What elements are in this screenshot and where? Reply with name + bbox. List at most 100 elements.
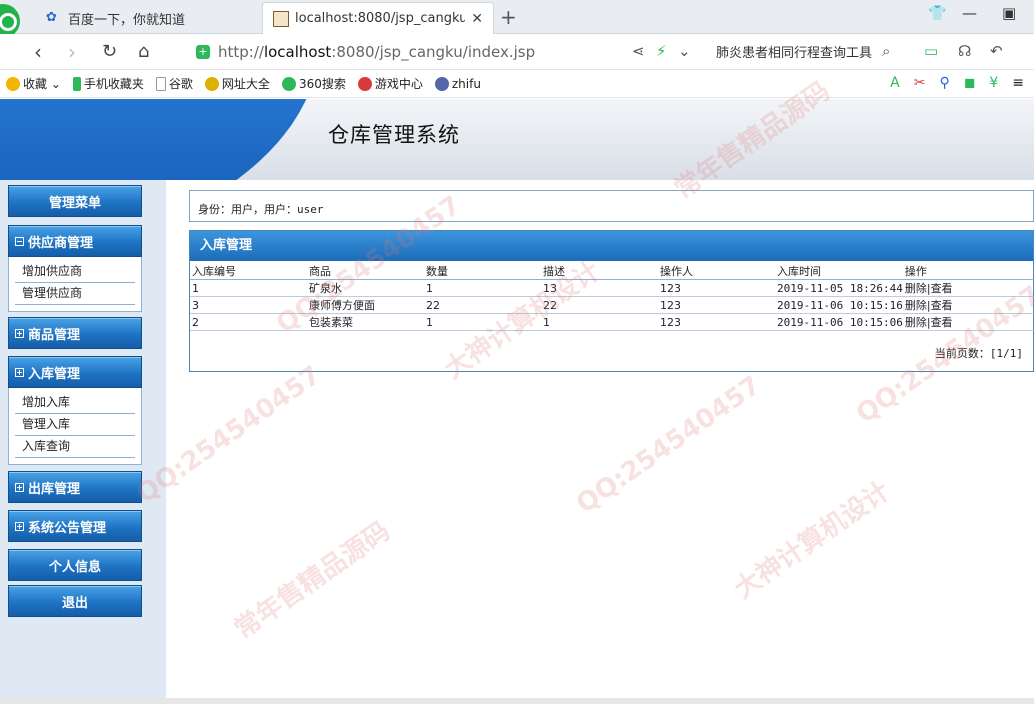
view-link[interactable]: 查看 bbox=[931, 282, 953, 295]
col-header: 操作人 bbox=[658, 263, 775, 280]
pager: 当前页数：[1/1] bbox=[935, 345, 1023, 361]
bookmark-google[interactable]: 谷歌 bbox=[155, 75, 193, 92]
menu-icon[interactable]: ≡ bbox=[1012, 75, 1024, 91]
cell-id: 2 bbox=[190, 313, 307, 331]
headphones-icon[interactable]: ☊ bbox=[958, 42, 971, 60]
expand-icon bbox=[15, 328, 24, 338]
col-header: 描述 bbox=[541, 263, 658, 280]
tab-close-icon[interactable]: ✕ bbox=[471, 11, 483, 27]
table-header-row: 入库编号 商品 数量 描述 操作人 入库时间 操作 bbox=[190, 263, 1034, 280]
phone-icon bbox=[72, 76, 81, 91]
tab-localhost[interactable]: localhost:8080/jsp_cangku/ind ✕ bbox=[262, 2, 494, 34]
collapse-icon bbox=[15, 236, 24, 246]
translate-icon[interactable]: A bbox=[890, 75, 900, 91]
skin-icon[interactable]: 👕 bbox=[928, 4, 947, 22]
search-icon[interactable]: ⌕ bbox=[882, 42, 890, 60]
menu-notice[interactable]: 系统公告管理 bbox=[8, 510, 142, 542]
cell-id: 1 bbox=[190, 279, 307, 297]
magnifier-icon[interactable]: ⚲ bbox=[939, 75, 949, 91]
table-row: 3 康师傅方便面 22 22 123 2019-11-06 10:15:16 删… bbox=[190, 296, 1034, 314]
address-bar: ‹ › ↻ ⌂ + http://localhost:8080/jsp_cang… bbox=[0, 34, 1034, 70]
menu-item-manage-stockin[interactable]: 管理入库 bbox=[15, 414, 135, 436]
menu-item-add-stockin[interactable]: 增加入库 bbox=[15, 392, 135, 414]
browser-tab-bar: ✿ 百度一下，你就知道 localhost:8080/jsp_cangku/in… bbox=[0, 0, 1034, 38]
col-header: 商品 bbox=[307, 263, 424, 280]
bookmark-games[interactable]: 游戏中心 bbox=[357, 75, 423, 92]
app-title: 仓库管理系统 bbox=[328, 123, 460, 147]
menu-item-add-supplier[interactable]: 增加供应商 bbox=[15, 261, 135, 283]
watermark-text: 常年售精品源码 bbox=[229, 516, 396, 646]
col-header: 数量 bbox=[424, 263, 541, 280]
coin-icon[interactable]: ¥ bbox=[989, 75, 998, 91]
minimize-icon[interactable]: — bbox=[962, 4, 977, 22]
menu-supplier[interactable]: 供应商管理 bbox=[8, 225, 142, 257]
view-link[interactable]: 查看 bbox=[931, 299, 953, 312]
secure-shield-icon: + bbox=[196, 45, 210, 59]
delete-link[interactable]: 删除 bbox=[905, 299, 927, 312]
home-icon[interactable]: ⌂ bbox=[138, 41, 149, 62]
cell-actions: 删除|查看 bbox=[902, 279, 1034, 297]
cell-actions: 删除|查看 bbox=[902, 296, 1034, 314]
url-input[interactable]: + http://localhost:8080/jsp_cangku/index… bbox=[196, 40, 696, 64]
menu-item-manage-supplier[interactable]: 管理供应商 bbox=[15, 283, 135, 305]
expand-icon bbox=[15, 482, 24, 492]
menu-stockout[interactable]: 出库管理 bbox=[8, 471, 142, 503]
sidebar-header: 管理菜单 bbox=[8, 185, 142, 217]
cell-qty: 1 bbox=[424, 279, 541, 297]
watermark-text: 大神计算机设计 bbox=[729, 476, 896, 606]
bookmark-mobile[interactable]: 手机收藏夹 bbox=[72, 75, 144, 92]
panel-title: 入库管理 bbox=[190, 231, 1033, 261]
tab-baidu[interactable]: ✿ 百度一下，你就知道 bbox=[36, 2, 258, 34]
back-icon[interactable]: ‹ bbox=[34, 40, 42, 64]
bookmark-360[interactable]: 360搜索 bbox=[281, 75, 346, 92]
menu-logout[interactable]: 退出 bbox=[8, 585, 142, 617]
browser-logo-icon[interactable] bbox=[0, 4, 20, 38]
cell-operator: 123 bbox=[658, 296, 775, 314]
table-row: 1 矿泉水 1 13 123 2019-11-05 18:26:44 删除|查看 bbox=[190, 279, 1034, 297]
dropdown-icon[interactable]: ⌄ bbox=[678, 42, 691, 60]
cell-time: 2019-11-06 10:15:06 bbox=[775, 313, 903, 331]
sites-icon bbox=[204, 76, 219, 91]
col-header: 操作 bbox=[902, 263, 1034, 280]
cell-time: 2019-11-06 10:15:16 bbox=[775, 296, 903, 314]
forward-icon[interactable]: › bbox=[68, 40, 76, 64]
view-link[interactable]: 查看 bbox=[931, 316, 953, 329]
cell-actions: 删除|查看 bbox=[902, 313, 1034, 331]
gamepad-icon[interactable]: ◼ bbox=[964, 75, 976, 91]
battery-icon[interactable]: ▭ bbox=[924, 42, 938, 60]
undo-icon[interactable]: ↶ bbox=[990, 42, 1003, 60]
share-icon[interactable]: ⋖ bbox=[632, 42, 645, 60]
tab-label: localhost:8080/jsp_cangku/ind bbox=[295, 11, 466, 26]
lightning-icon[interactable]: ⚡ bbox=[656, 42, 667, 60]
cell-operator: 123 bbox=[658, 313, 775, 331]
cell-desc: 13 bbox=[541, 279, 658, 297]
app-header: 仓库管理系统 bbox=[0, 99, 1034, 180]
menu-stockin[interactable]: 入库管理 bbox=[8, 356, 142, 388]
cell-goods: 包装素菜 bbox=[307, 313, 424, 331]
bookmarks-bar: 收藏 ⌄ 手机收藏夹 谷歌 网址大全 360搜索 游戏中心 zhifu A ✂ … bbox=[0, 70, 1034, 98]
reload-icon[interactable]: ↻ bbox=[102, 41, 117, 62]
menu-item-query-stockin[interactable]: 入库查询 bbox=[15, 436, 135, 458]
delete-link[interactable]: 删除 bbox=[905, 282, 927, 295]
scissors-icon[interactable]: ✂ bbox=[914, 75, 926, 91]
pager-label: 当前页数： bbox=[934, 347, 990, 360]
new-tab-icon[interactable]: + bbox=[500, 5, 517, 29]
search-input[interactable]: 肺炎患者相同行程查询工具 bbox=[716, 42, 898, 61]
cell-goods: 康师傅方便面 bbox=[307, 296, 424, 314]
status-strip bbox=[0, 698, 1034, 704]
baidu-paw-icon: ✿ bbox=[46, 10, 57, 25]
delete-link[interactable]: 删除 bbox=[905, 316, 927, 329]
maximize-icon[interactable]: ▣ bbox=[1002, 4, 1016, 22]
stockin-table: 入库编号 商品 数量 描述 操作人 入库时间 操作 1 矿泉水 1 13 123… bbox=[190, 263, 1034, 331]
menu-profile[interactable]: 个人信息 bbox=[8, 549, 142, 581]
expand-icon bbox=[15, 367, 24, 377]
cell-operator: 123 bbox=[658, 279, 775, 297]
bookmark-sites[interactable]: 网址大全 bbox=[204, 75, 270, 92]
cell-desc: 22 bbox=[541, 296, 658, 314]
zhifu-icon bbox=[434, 76, 449, 91]
menu-goods[interactable]: 商品管理 bbox=[8, 317, 142, 349]
header-decoration bbox=[0, 99, 320, 180]
bookmark-zhifu[interactable]: zhifu bbox=[434, 76, 481, 91]
table-row: 2 包装素菜 1 1 123 2019-11-06 10:15:06 删除|查看 bbox=[190, 313, 1034, 331]
bookmark-favorites[interactable]: 收藏 ⌄ bbox=[6, 75, 61, 92]
